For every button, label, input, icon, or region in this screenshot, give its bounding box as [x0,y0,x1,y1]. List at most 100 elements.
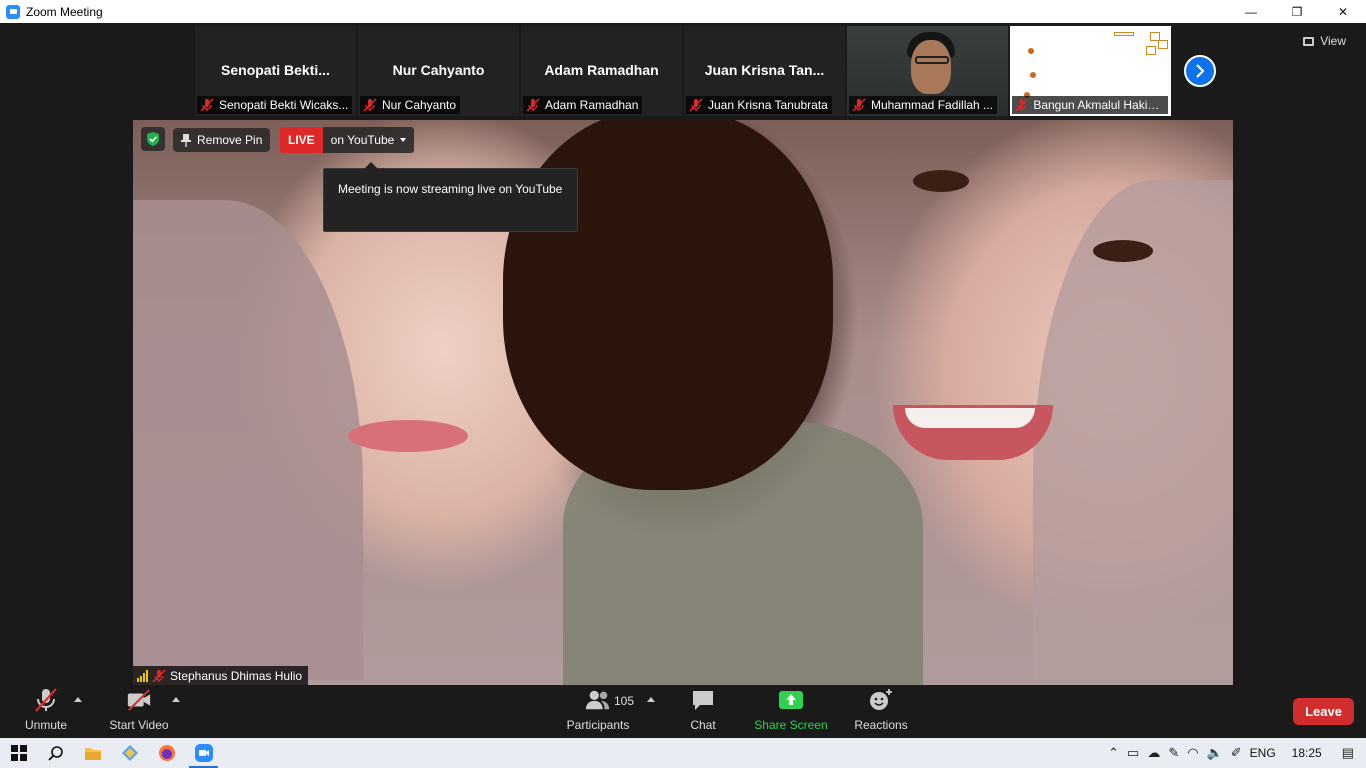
participants-button[interactable]: Participants [562,685,634,738]
taskbar-file-explorer[interactable] [74,738,111,768]
muted-mic-icon [526,98,540,112]
video-eye [913,170,969,192]
system-tray: ⌃ ▭ ☁ ✎ ◠ 🔈 ✐ ENG 18:25 ▤ [1108,738,1366,768]
participant-name-tag: Bangun Akmalul Hakim ... [1012,96,1168,114]
start-video-label: Start Video [109,718,169,732]
search-icon [47,746,63,761]
reactions-label: Reactions [854,718,908,732]
wifi-icon[interactable]: ◠ [1187,745,1198,761]
taskbar-firefox[interactable] [148,738,185,768]
start-video-button[interactable]: Start Video [104,685,174,738]
battery-icon[interactable]: ▭ [1127,745,1139,761]
next-page-button[interactable] [1184,55,1216,87]
taskbar-zoom[interactable] [185,738,222,768]
share-screen-icon [778,688,804,712]
participant-name-label: Nur Cahyanto [382,98,457,112]
audio-options-caret[interactable] [74,697,82,702]
participant-name-tag: Senopati Bekti Wicaks... [197,96,353,114]
zoom-app-icon [6,4,20,19]
taskbar-app-pinned[interactable] [111,738,148,768]
active-speaker-name: Stephanus Dhimas Hulio [170,668,303,683]
chat-label: Chat [690,718,716,732]
video-options-caret[interactable] [172,697,180,702]
mic-muted-icon [33,688,59,712]
chat-icon [690,688,716,712]
start-button[interactable] [0,738,37,768]
participant-count: 105 [614,694,635,708]
participant-name-tag: Adam Ramadhan [523,96,643,114]
minimize-button[interactable]: — [1228,0,1274,23]
live-stream-badge[interactable]: LIVE on YouTube [280,127,415,153]
unmute-button[interactable]: Unmute [18,685,74,738]
streaming-tooltip: Meeting is now streaming live on YouTube [323,162,578,232]
muted-mic-icon [689,98,703,112]
video-teeth [905,408,1035,428]
participant-display-name: Adam Ramadhan [544,62,659,78]
window-controls: — ❐ ✕ [1228,0,1366,23]
view-grid-icon [1303,36,1315,46]
shared-slide-hex [1158,40,1168,49]
participants-label: Participants [566,718,630,732]
muted-mic-icon [152,668,166,683]
security-shield-button[interactable] [141,127,165,151]
chevron-up-icon[interactable]: ⌃ [1108,745,1119,761]
live-indicator: LIVE [280,127,323,153]
participant-thumbnail[interactable]: Adam Ramadhan Adam Ramadhan [521,26,682,116]
restore-button[interactable]: ❐ [1274,0,1320,23]
muted-mic-icon [1015,98,1028,112]
participant-thumbnail[interactable]: Juan Krisna Tan... Juan Krisna Tanubrata [684,26,845,116]
volume-icon[interactable]: 🔈 [1207,745,1223,761]
cloud-icon[interactable]: ☁ [1147,745,1160,761]
video-eye [1093,240,1153,262]
leave-button[interactable]: Leave [1293,698,1354,725]
ink-workspace-icon[interactable]: ✐ [1231,745,1242,761]
shared-slide-hex [1114,32,1134,36]
participant-name-label: Juan Krisna Tanubrata [708,98,828,112]
muted-mic-icon [852,98,866,112]
windows-logo-icon [10,745,27,761]
view-button-label: View [1320,34,1346,48]
live-platform-dropdown[interactable]: on YouTube [322,127,415,153]
folder-icon [84,748,101,760]
shared-slide-dot [1030,72,1036,78]
chevron-right-icon [1196,64,1205,78]
taskbar-search-button[interactable] [37,738,74,768]
remove-pin-button[interactable]: Remove Pin [173,128,271,152]
participant-name-label: Bangun Akmalul Hakim ... [1033,98,1164,112]
view-button[interactable]: View [1303,34,1346,48]
participant-name-tag: Muhammad Fadillah ... [849,96,998,114]
chat-button[interactable]: Chat [684,685,722,738]
shared-slide-hex [1146,46,1156,55]
participants-icon [585,688,611,712]
participant-name-label: Muhammad Fadillah ... [871,98,994,112]
participant-thumbnail[interactable]: Nur Cahyanto Nur Cahyanto [358,26,519,116]
meeting-controls-toolbar: Unmute Start Video Participants 105 Chat… [0,685,1366,738]
participant-thumbnail[interactable]: Senopati Bekti... Senopati Bekti Wicaks.… [195,26,356,116]
zoom-icon [194,744,213,762]
participant-thumbnail-strip: Senopati Bekti... Senopati Bekti Wicaks.… [195,26,1171,116]
active-speaker-video[interactable] [133,120,1233,685]
video-lips-left [348,420,468,452]
participant-name-label: Adam Ramadhan [545,98,639,112]
participant-video-face [911,40,951,94]
participant-display-name: Juan Krisna Tan... [704,62,825,78]
windows-taskbar: ⌃ ▭ ☁ ✎ ◠ 🔈 ✐ ENG 18:25 ▤ [0,738,1366,768]
pen-icon[interactable]: ✎ [1168,745,1179,761]
participant-display-name: Senopati Bekti... [221,62,330,78]
input-language[interactable]: ENG [1250,746,1276,760]
share-screen-button[interactable]: Share Screen [754,685,828,738]
diamond-app-icon [121,745,138,761]
close-button[interactable]: ✕ [1320,0,1366,23]
reactions-button[interactable]: Reactions [852,685,910,738]
video-scarf-left [133,200,363,680]
notification-icon[interactable]: ▤ [1342,745,1354,761]
muted-mic-icon [200,98,214,112]
clock-time[interactable]: 18:25 [1292,746,1322,760]
firefox-icon [158,745,175,761]
participant-video-glasses [915,56,949,64]
participant-name-label: Senopati Bekti Wicaks... [219,98,349,112]
participant-name-tag: Juan Krisna Tanubrata [686,96,832,114]
participant-video-thumbnail[interactable]: Muhammad Fadillah ... [847,26,1008,116]
participants-options-caret[interactable] [647,697,655,702]
participant-screen-thumbnail[interactable]: Bangun Akmalul Hakim ... [1010,26,1171,116]
